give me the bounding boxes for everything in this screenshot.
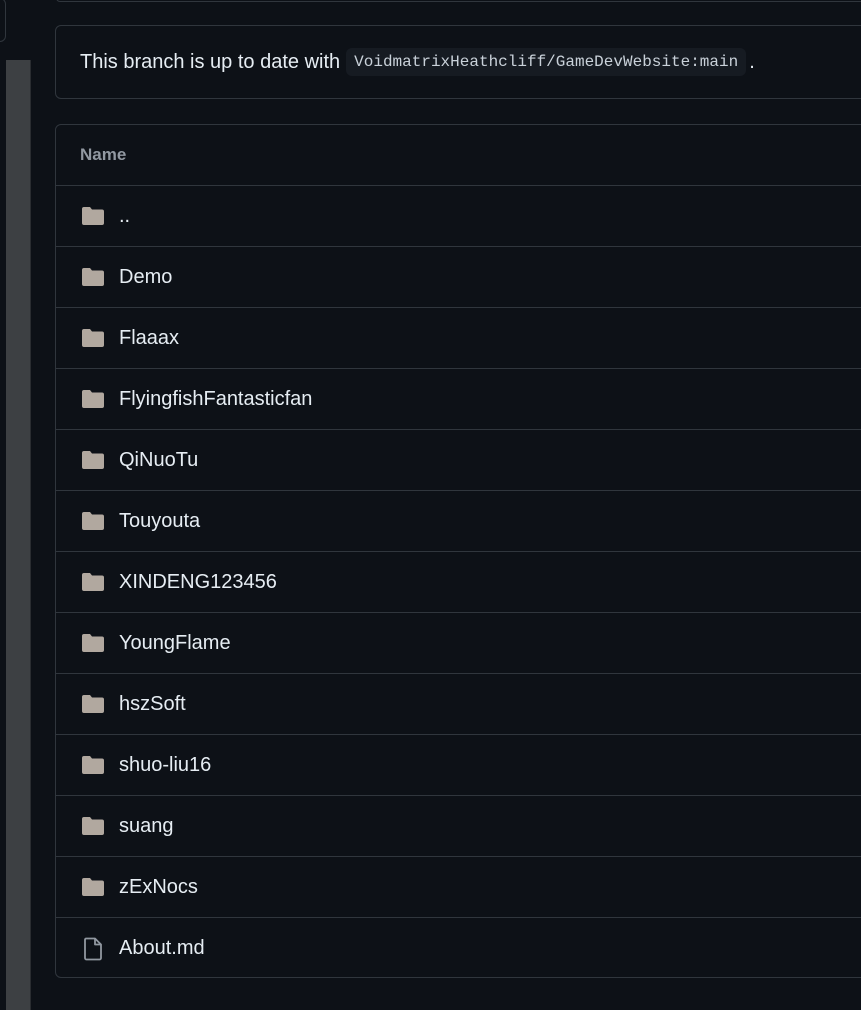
folder-icon bbox=[80, 448, 106, 472]
row-name-link[interactable]: About.md bbox=[119, 937, 205, 960]
folder-row[interactable]: FlyingfishFantasticfan bbox=[56, 369, 861, 430]
folder-icon bbox=[80, 753, 106, 777]
folder-row[interactable]: .. bbox=[56, 186, 861, 247]
row-name-link[interactable]: suang bbox=[119, 815, 174, 838]
folder-icon bbox=[80, 387, 106, 411]
row-name-link[interactable]: Demo bbox=[119, 266, 172, 289]
folder-icon bbox=[80, 204, 106, 228]
row-name-link[interactable]: hszSoft bbox=[119, 693, 186, 716]
folder-icon bbox=[80, 326, 106, 350]
folder-icon bbox=[80, 875, 106, 899]
folder-row[interactable]: YoungFlame bbox=[56, 613, 861, 674]
folder-row[interactable]: shuo-liu16 bbox=[56, 735, 861, 796]
folder-icon bbox=[80, 631, 106, 655]
row-name-link[interactable]: XINDENG123456 bbox=[119, 571, 277, 594]
row-name-link[interactable]: .. bbox=[119, 205, 130, 228]
folder-icon bbox=[80, 509, 106, 533]
folder-row[interactable]: Demo bbox=[56, 247, 861, 308]
row-name-link[interactable]: Flaaax bbox=[119, 327, 179, 350]
branch-status-text: This branch is up to date with bbox=[80, 50, 341, 73]
folder-icon bbox=[80, 570, 106, 594]
row-name-link[interactable]: QiNuoTu bbox=[119, 449, 198, 472]
row-name-link[interactable]: YoungFlame bbox=[119, 632, 231, 655]
branch-ref-link[interactable]: VoidmatrixHeathcliff/GameDevWebsite:main bbox=[346, 48, 747, 76]
left-gutter bbox=[0, 0, 31, 1010]
previous-panel-edge bbox=[56, 0, 861, 2]
folder-row[interactable]: Flaaax bbox=[56, 308, 861, 369]
scrollbar[interactable] bbox=[6, 60, 31, 1010]
folder-row[interactable]: hszSoft bbox=[56, 674, 861, 735]
folder-icon bbox=[80, 265, 106, 289]
folder-row[interactable]: QiNuoTu bbox=[56, 430, 861, 491]
file-icon bbox=[80, 937, 106, 961]
branch-status-box: This branch is up to date with Voidmatri… bbox=[55, 25, 861, 99]
folder-row[interactable]: suang bbox=[56, 796, 861, 857]
row-name-link[interactable]: zExNocs bbox=[119, 876, 198, 899]
branch-status-suffix: . bbox=[749, 50, 755, 73]
folder-icon bbox=[80, 814, 106, 838]
scrollbar-cap bbox=[0, 0, 6, 42]
file-table: Name .. Demo Flaaax FlyingfishFantasticfan Q… bbox=[55, 124, 861, 978]
row-name-link[interactable]: shuo-liu16 bbox=[119, 754, 211, 777]
row-name-link[interactable]: FlyingfishFantasticfan bbox=[119, 388, 312, 411]
file-row[interactable]: About.md bbox=[56, 918, 861, 977]
folder-row[interactable]: zExNocs bbox=[56, 857, 861, 918]
folder-row[interactable]: XINDENG123456 bbox=[56, 552, 861, 613]
file-list: .. Demo Flaaax FlyingfishFantasticfan QiNuoT… bbox=[56, 186, 861, 977]
row-name-link[interactable]: Touyouta bbox=[119, 510, 200, 533]
folder-row[interactable]: Touyouta bbox=[56, 491, 861, 552]
folder-icon bbox=[80, 692, 106, 716]
name-column-header: Name bbox=[56, 125, 861, 186]
